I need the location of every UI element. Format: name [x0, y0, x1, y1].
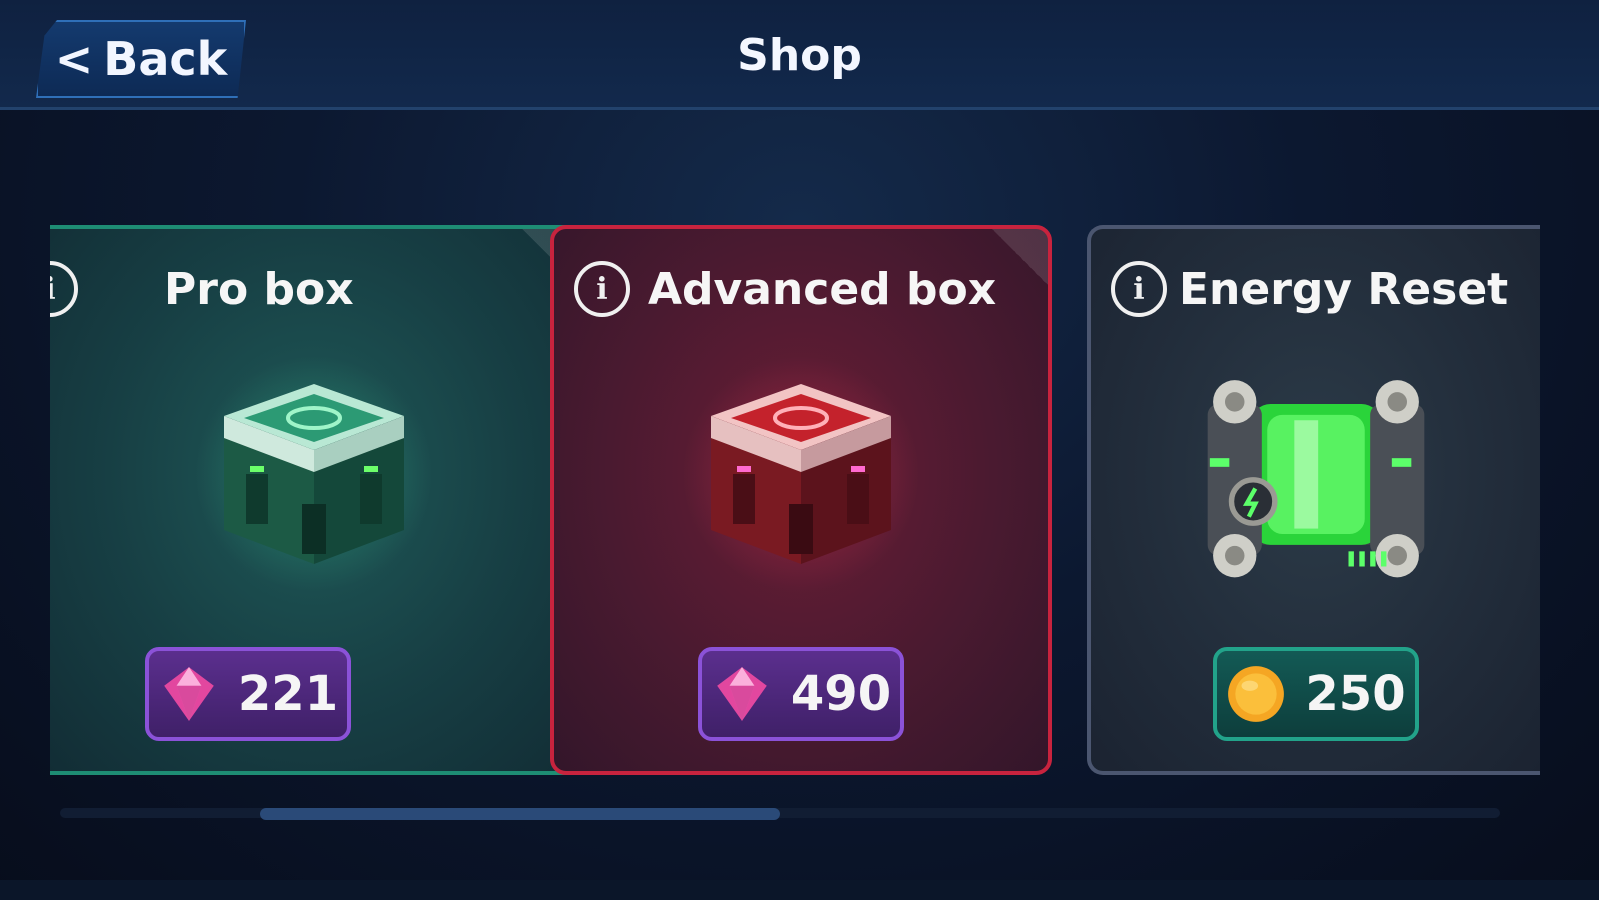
buy-button[interactable]: 250 — [1212, 647, 1419, 741]
card-header: i Pro box — [50, 259, 578, 319]
price-value: 490 — [790, 666, 892, 722]
info-icon[interactable]: i — [50, 261, 78, 317]
price-value: 250 — [1305, 666, 1406, 722]
info-icon[interactable]: i — [1111, 261, 1167, 317]
top-bar: < Back Shop — [0, 0, 1599, 110]
pro-loot-box-icon — [196, 356, 432, 592]
shop-carousel: i Pro box — [50, 225, 1540, 775]
bottom-strip — [0, 880, 1599, 900]
page-title: Shop — [737, 30, 862, 81]
energy-cell-icon — [1207, 380, 1424, 578]
buy-button[interactable]: 221 — [145, 647, 351, 741]
gem-icon — [717, 667, 767, 721]
shop-card-energy-reset[interactable]: i Energy Reset 250 — [1087, 225, 1540, 775]
advanced-loot-box-icon — [683, 356, 919, 592]
shop-card-pro-box[interactable]: i Pro box — [50, 225, 582, 775]
card-title: Energy Reset — [1179, 263, 1509, 315]
card-title: Advanced box — [648, 263, 997, 315]
shop-card-advanced-box[interactable]: i Advanced box 490 — [550, 225, 1052, 775]
gem-icon — [164, 667, 214, 721]
carousel-scroll-thumb[interactable] — [260, 808, 780, 820]
buy-button[interactable]: 490 — [698, 647, 904, 741]
card-title: Pro box — [164, 263, 354, 315]
card-header: i Advanced box — [554, 259, 1048, 319]
coin-icon — [1228, 666, 1285, 722]
info-icon[interactable]: i — [574, 261, 630, 317]
card-header: i Energy Reset — [1091, 259, 1540, 319]
price-value: 221 — [237, 666, 339, 722]
